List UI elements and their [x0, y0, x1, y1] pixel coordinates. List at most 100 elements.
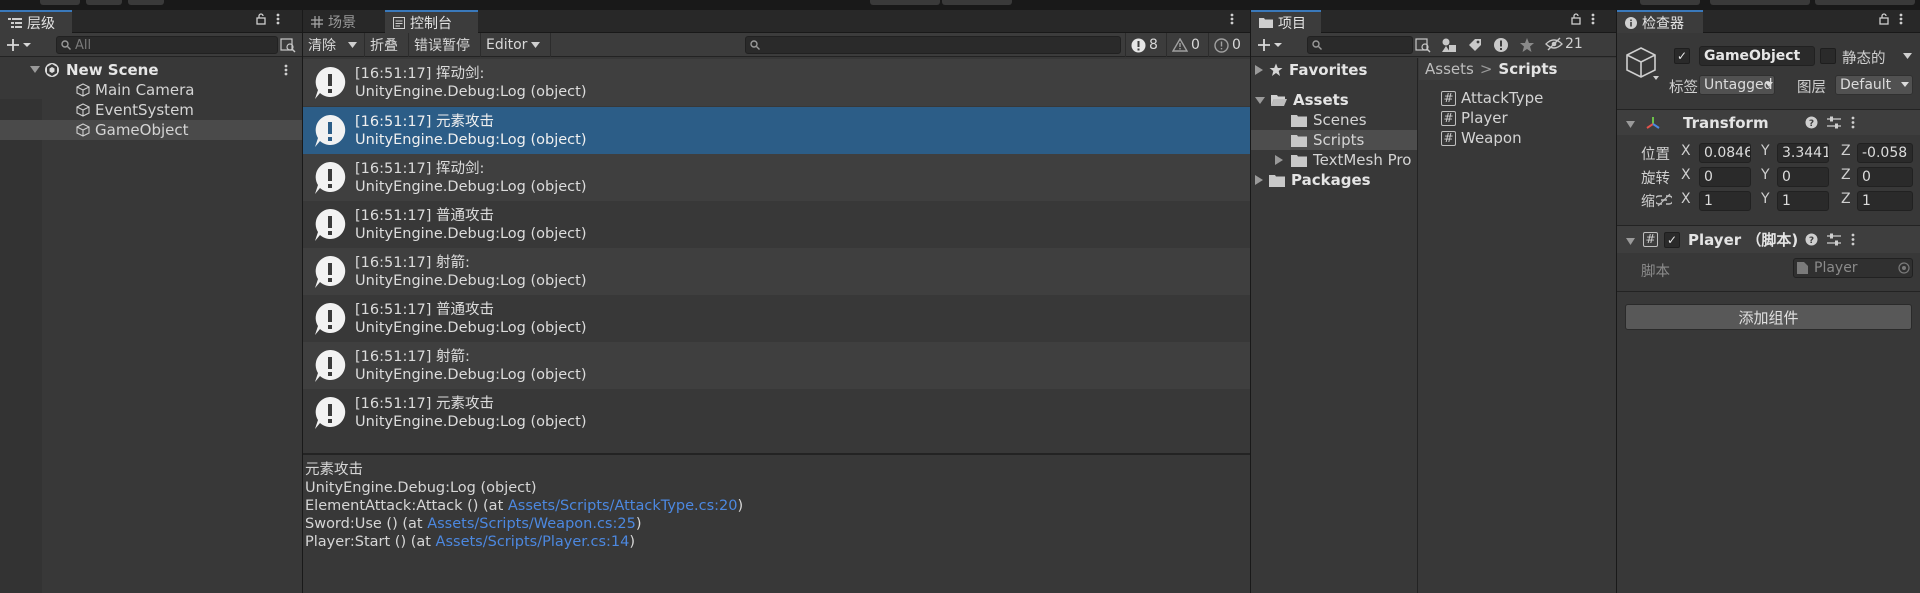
tree-packages[interactable]: Packages — [1255, 170, 1371, 190]
scene-visibility-icon[interactable] — [280, 37, 296, 53]
log-entry[interactable]: [16:51:17] 挥动剑: UnityEngine.Debug:Log (ob… — [303, 154, 1250, 201]
log-entry[interactable]: [16:51:17] 射箭: UnityEngine.Debug:Log (obj… — [303, 342, 1250, 389]
expand-arrow-icon[interactable] — [0, 66, 44, 74]
help-icon[interactable]: ? — [1805, 233, 1818, 246]
player-script-component-header[interactable]: # ✓ Player （脚本) ? — [1617, 225, 1920, 253]
tab-project[interactable]: 项目 — [1251, 10, 1321, 33]
hierarchy-search-input[interactable]: All — [56, 36, 278, 54]
static-dropdown-icon[interactable] — [1903, 53, 1912, 59]
tab-hierarchy[interactable]: 层级 — [0, 10, 72, 33]
hidden-packages-toggle[interactable]: 21 — [1545, 36, 1583, 52]
active-checkbox[interactable]: ✓ — [1674, 48, 1690, 64]
tag-dropdown[interactable]: Untagged — [1699, 75, 1775, 95]
log-entry[interactable]: [16:51:17] 元素攻击 UnityEngine.Debug:Log (ob… — [303, 389, 1250, 436]
help-icon[interactable]: ? — [1805, 116, 1818, 129]
object-name-field[interactable]: GameObject — [1699, 46, 1815, 66]
info-filter-toggle[interactable]: 8 — [1125, 33, 1167, 57]
tree-favorites[interactable]: Favorites — [1255, 60, 1367, 80]
lock-icon[interactable] — [1879, 13, 1889, 25]
create-plus-dropdown-icon[interactable] — [1257, 37, 1283, 53]
scale-z-field[interactable]: 1 — [1857, 191, 1913, 211]
lock-icon[interactable] — [256, 13, 266, 25]
lock-icon[interactable] — [1571, 13, 1581, 25]
tree-assets[interactable]: Assets — [1255, 90, 1349, 110]
hierarchy-item[interactable]: EventSystem — [0, 100, 302, 120]
fold-arrow-icon[interactable] — [1626, 114, 1635, 132]
error-filter-toggle[interactable]: 0 — [1209, 33, 1250, 57]
kebab-menu-icon[interactable] — [1851, 233, 1855, 246]
log-trace: UnityEngine.Debug:Log (object) — [355, 366, 587, 383]
breadcrumb-current[interactable]: Scripts — [1498, 60, 1557, 78]
kebab-menu-icon[interactable] — [1230, 13, 1234, 25]
log-entry[interactable]: [16:51:17] 挥动剑: UnityEngine.Debug:Log (ob… — [303, 59, 1250, 106]
add-component-button[interactable]: 添加组件 — [1625, 304, 1912, 330]
transform-component-header[interactable]: Transform ? — [1617, 109, 1920, 135]
rotation-y-field[interactable]: 0 — [1777, 167, 1829, 187]
axis-x-label: X — [1681, 167, 1691, 183]
scale-link-icon[interactable] — [1656, 193, 1672, 207]
kebab-menu-icon[interactable] — [1899, 13, 1903, 25]
preset-sliders-icon[interactable] — [1827, 233, 1841, 246]
add-plus-dropdown-icon[interactable] — [6, 37, 32, 53]
tree-scripts-selected[interactable]: Scripts — [1251, 130, 1417, 150]
tree-scenes[interactable]: Scenes — [1291, 110, 1367, 130]
filter-by-label-icon[interactable] — [1467, 37, 1483, 53]
svg-text:?: ? — [1809, 236, 1814, 246]
kebab-menu-icon[interactable] — [1851, 116, 1855, 129]
log-entry[interactable]: [16:51:17] 普通攻击 UnityEngine.Debug:Log (ob… — [303, 201, 1250, 248]
tab-scene[interactable]: 场景 — [303, 10, 385, 33]
editor-dropdown[interactable]: Editor — [481, 33, 551, 57]
tree-textmesh[interactable]: TextMesh Pro — [1275, 150, 1411, 170]
log-entry[interactable]: [16:51:17] 射箭: UnityEngine.Debug:Log (obj… — [303, 248, 1250, 295]
position-y-field[interactable]: 3.3441 — [1777, 143, 1829, 163]
script-file[interactable]: # Weapon — [1441, 128, 1522, 148]
clear-dropdown-icon[interactable] — [348, 42, 357, 48]
scale-x-field[interactable]: 1 — [1699, 191, 1751, 211]
log-entry[interactable]: [16:51:17] 普通攻击 UnityEngine.Debug:Log (ob… — [303, 295, 1250, 342]
kebab-menu-icon[interactable] — [276, 13, 280, 25]
breadcrumb-root[interactable]: Assets — [1425, 60, 1474, 78]
preset-sliders-icon[interactable] — [1827, 116, 1841, 129]
filter-by-type-icon[interactable] — [1441, 37, 1457, 53]
fold-arrow-icon[interactable] — [1626, 231, 1635, 249]
favorite-star-icon[interactable] — [1519, 37, 1535, 53]
position-z-field[interactable]: -0.058 — [1857, 143, 1913, 163]
transform-axes-icon — [1645, 115, 1661, 131]
source-link[interactable]: Assets/Scripts/Player.cs:14 — [436, 534, 630, 550]
script-file[interactable]: # Player — [1441, 108, 1508, 128]
scene-kebab-icon[interactable] — [284, 64, 288, 76]
rotation-x-field[interactable]: 0 — [1699, 167, 1751, 187]
expand-arrow-icon[interactable] — [1255, 61, 1263, 79]
script-file[interactable]: # AttackType — [1441, 88, 1543, 108]
gameobject-cube-icon — [76, 123, 90, 137]
error-pause-button[interactable]: 错误暂停 — [409, 33, 481, 57]
breadcrumb-separator: > — [1479, 60, 1493, 78]
warning-filter-toggle[interactable]: 0 — [1167, 33, 1209, 57]
position-x-field[interactable]: 0.0846 — [1699, 143, 1751, 163]
scene-row[interactable]: New Scene — [0, 60, 302, 80]
rotation-z-field[interactable]: 0 — [1857, 167, 1913, 187]
kebab-menu-icon[interactable] — [1591, 13, 1595, 25]
collapse-button[interactable]: 折叠 — [365, 33, 409, 57]
source-link[interactable]: Assets/Scripts/Weapon.cs:25 — [427, 516, 636, 532]
component-enabled-checkbox[interactable]: ✓ — [1664, 231, 1680, 248]
hierarchy-item-label: GameObject — [95, 121, 189, 139]
expand-arrow-icon[interactable] — [1255, 171, 1263, 189]
hierarchy-item-selected[interactable]: GameObject — [0, 120, 302, 140]
console-search-input[interactable] — [745, 36, 1121, 54]
source-link[interactable]: Assets/Scripts/AttackType.cs:20 — [508, 498, 738, 514]
gameobject-large-cube-icon[interactable] — [1625, 46, 1661, 82]
tab-inspector[interactable]: 检查器 — [1617, 10, 1703, 33]
project-search-input[interactable] — [1307, 36, 1413, 54]
expand-arrow-icon[interactable] — [1255, 91, 1265, 109]
clear-button[interactable]: 清除 — [303, 33, 365, 57]
tab-console[interactable]: 控制台 — [385, 10, 478, 33]
expand-arrow-icon[interactable] — [1275, 151, 1283, 169]
hierarchy-item[interactable]: Main Camera — [0, 80, 302, 100]
static-checkbox[interactable] — [1820, 48, 1836, 64]
info-bubble-icon — [311, 300, 349, 338]
search-by-scene-icon[interactable] — [1415, 37, 1431, 53]
log-entry-selected[interactable]: [16:51:17] 元素攻击 UnityEngine.Debug:Log (ob… — [303, 107, 1250, 154]
scale-y-field[interactable]: 1 — [1777, 191, 1829, 211]
log-filter-icon[interactable] — [1493, 37, 1509, 53]
